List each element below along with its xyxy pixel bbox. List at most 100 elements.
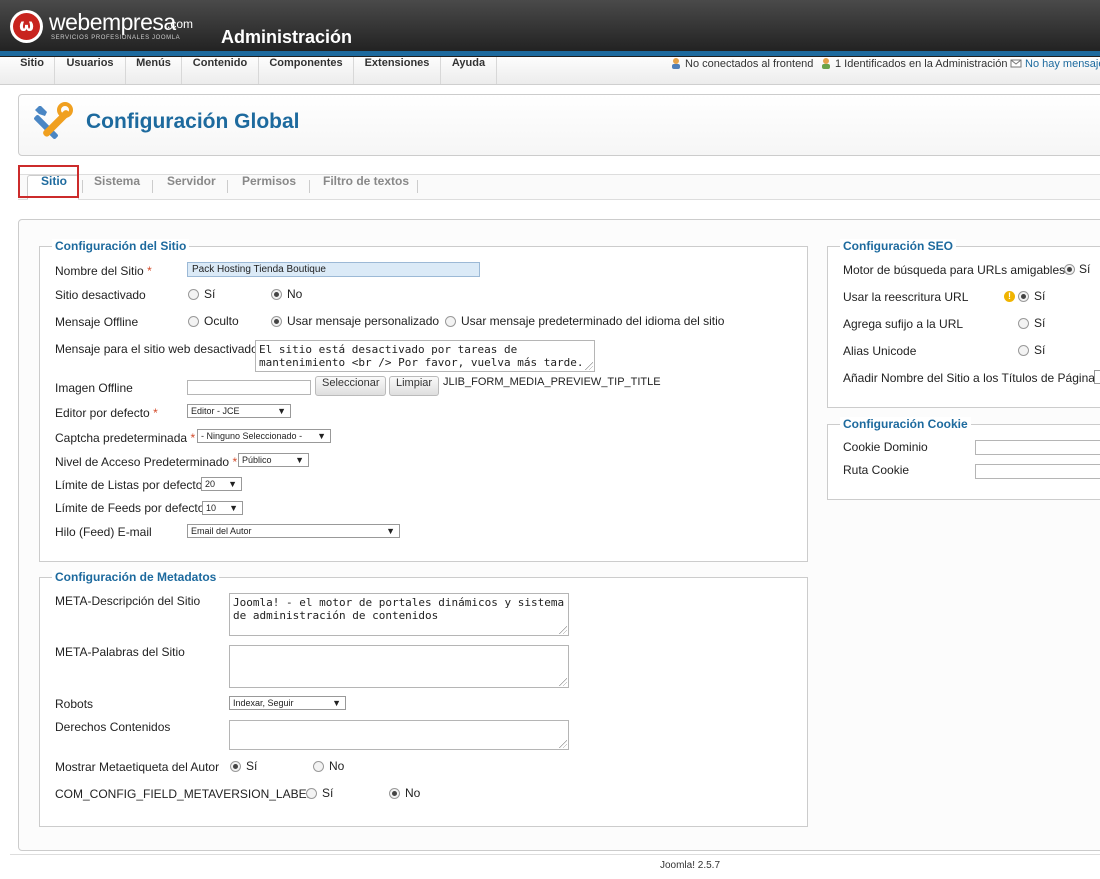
- dropdown-arrow-icon: ▼: [277, 406, 286, 416]
- offline-msg-default-radio[interactable]: [445, 316, 456, 327]
- sef-yes-label: Sí: [1079, 262, 1091, 276]
- meta-author-yes-label: Sí: [246, 759, 258, 773]
- warning-icon: !: [1004, 291, 1015, 302]
- tab-permisos[interactable]: Permisos: [242, 174, 296, 198]
- admin-title: Administración: [221, 27, 353, 47]
- offline-msg-custom-radio[interactable]: [271, 316, 282, 327]
- resize-grip-icon[interactable]: [559, 740, 567, 748]
- unicode-label: Alias Unicode: [843, 344, 917, 358]
- unicode-yes-radio[interactable]: [1018, 345, 1029, 356]
- meta-version-no-radio[interactable]: [389, 788, 400, 799]
- offline-text-area[interactable]: El sitio está desactivado por tareas de …: [255, 340, 595, 372]
- dropdown-arrow-icon: ▼: [386, 526, 395, 536]
- menu-usuarios[interactable]: Usuarios: [55, 57, 126, 84]
- tab-divider: [227, 180, 228, 193]
- feed-limit-select[interactable]: 10 ▼: [202, 501, 243, 515]
- site-legend: Configuración del Sitio: [52, 239, 190, 253]
- feed-email-label: Hilo (Feed) E-mail: [55, 525, 152, 539]
- highlight-box: [18, 165, 79, 198]
- captcha-label: Captcha predeterminada *: [55, 431, 196, 445]
- suffix-label: Agrega sufijo a la URL: [843, 317, 964, 331]
- brand-suffix: .com: [167, 17, 194, 31]
- status-messages[interactable]: No hay mensajes: [1010, 57, 1100, 84]
- menu-extensiones[interactable]: Extensiones: [354, 57, 441, 84]
- offline-no-label: No: [287, 287, 303, 301]
- sitename-title-label: Añadir Nombre del Sitio a los Títulos de…: [843, 371, 1100, 385]
- menu-componentes[interactable]: Componentes: [259, 57, 354, 84]
- offline-msg-custom-label: Usar mensaje personalizado: [287, 314, 440, 328]
- rewrite-yes-label: Sí: [1034, 289, 1046, 303]
- dropdown-arrow-icon: ▼: [295, 455, 304, 465]
- sef-yes-radio[interactable]: [1064, 264, 1075, 275]
- access-select[interactable]: Público ▼: [238, 453, 309, 467]
- rights-area[interactable]: [229, 720, 569, 750]
- status-admin: 1 Identificados en la Administración: [820, 57, 1007, 84]
- rewrite-label: Usar la reescritura URL: [843, 290, 969, 304]
- status-frontend: No conectados al frontend: [670, 57, 813, 84]
- offline-image-input[interactable]: [187, 380, 311, 395]
- offline-yes-radio[interactable]: [188, 289, 199, 300]
- offline-yes-label: Sí: [204, 287, 216, 301]
- user-icon: [822, 58, 830, 69]
- list-limit-select[interactable]: 20 ▼: [201, 477, 242, 491]
- site-name-input[interactable]: Pack Hosting Tienda Boutique: [187, 262, 480, 277]
- offline-text-label: Mensaje para el sitio web desactivado: [55, 342, 258, 356]
- tab-filtro-textos[interactable]: Filtro de textos: [323, 174, 409, 198]
- robots-select[interactable]: Indexar, Seguir ▼: [229, 696, 346, 710]
- tab-sistema[interactable]: Sistema: [94, 174, 140, 198]
- clear-image-button[interactable]: Limpiar: [389, 376, 440, 396]
- tab-divider: [82, 180, 83, 193]
- site-name-label: Nombre del Sitio *: [55, 264, 152, 278]
- offline-msg-label: Mensaje Offline: [55, 315, 139, 329]
- tab-divider: [417, 180, 418, 193]
- brand-name: webempresa: [49, 9, 176, 35]
- editor-select[interactable]: Editor - JCE ▼: [187, 404, 291, 418]
- menu-menus[interactable]: Menús: [126, 57, 182, 84]
- resize-grip-icon[interactable]: [559, 678, 567, 686]
- rewrite-yes-radio[interactable]: [1018, 291, 1029, 302]
- dropdown-arrow-icon: ▼: [317, 431, 326, 441]
- users-icon: [672, 58, 680, 69]
- menu-contenido[interactable]: Contenido: [182, 57, 259, 84]
- captcha-select[interactable]: - Ninguno Seleccionado - ▼: [197, 429, 331, 443]
- cookie-fieldset: [827, 424, 1100, 500]
- offline-no-radio[interactable]: [271, 289, 282, 300]
- dropdown-arrow-icon: ▼: [229, 503, 238, 513]
- meta-author-yes-radio[interactable]: [230, 761, 241, 772]
- tools-icon: [34, 102, 73, 139]
- tab-divider: [309, 180, 310, 193]
- sitename-title-select[interactable]: [1094, 370, 1100, 384]
- offline-image-label: Imagen Offline: [55, 381, 133, 395]
- tab-divider: [152, 180, 153, 193]
- sef-label: Motor de búsqueda para URLs amigables: [843, 263, 1066, 277]
- offline-msg-hidden-radio[interactable]: [188, 316, 199, 327]
- suffix-yes-radio[interactable]: [1018, 318, 1029, 329]
- meta-version-no-label: No: [405, 786, 421, 800]
- resize-grip-icon[interactable]: [559, 626, 567, 634]
- meta-version-yes-label: Sí: [322, 786, 334, 800]
- meta-desc-area[interactable]: Joomla! - el motor de portales dinámicos…: [229, 593, 569, 636]
- cookie-path-label: Ruta Cookie: [843, 463, 910, 477]
- feed-email-select[interactable]: Email del Autor ▼: [187, 524, 400, 538]
- tab-servidor[interactable]: Servidor: [167, 174, 216, 198]
- status-messages-link[interactable]: No hay mensajes: [1025, 58, 1100, 70]
- meta-version-yes-radio[interactable]: [306, 788, 317, 799]
- preview-tip-text: JLIB_FORM_MEDIA_PREVIEW_TIP_TITLE: [443, 376, 661, 388]
- menu-ayuda[interactable]: Ayuda: [441, 57, 497, 84]
- cookie-path-input[interactable]: [975, 464, 1100, 479]
- meta-keywords-area[interactable]: [229, 645, 569, 688]
- dropdown-arrow-icon: ▼: [332, 698, 341, 708]
- menu-sitio[interactable]: Sitio: [10, 57, 55, 84]
- header-accent-bar: [0, 51, 1100, 56]
- cookie-domain-input[interactable]: [975, 440, 1100, 455]
- brand-tagline: SERVICIOS PROFESIONALES JOOMLA: [51, 35, 181, 41]
- select-image-button[interactable]: Seleccionar: [315, 376, 387, 396]
- rights-label: Derechos Contenidos: [55, 720, 171, 734]
- meta-version-label: COM_CONFIG_FIELD_METAVERSION_LABEL: [55, 787, 314, 801]
- access-label: Nivel de Acceso Predeterminado *: [55, 455, 238, 469]
- status-frontend-text: No conectados al frontend: [685, 58, 814, 70]
- resize-grip-icon[interactable]: [585, 362, 593, 370]
- message-icon: [1010, 59, 1022, 68]
- main-menu-bar: Sitio Usuarios Menús Contenido Component…: [0, 57, 1100, 85]
- meta-author-no-radio[interactable]: [313, 761, 324, 772]
